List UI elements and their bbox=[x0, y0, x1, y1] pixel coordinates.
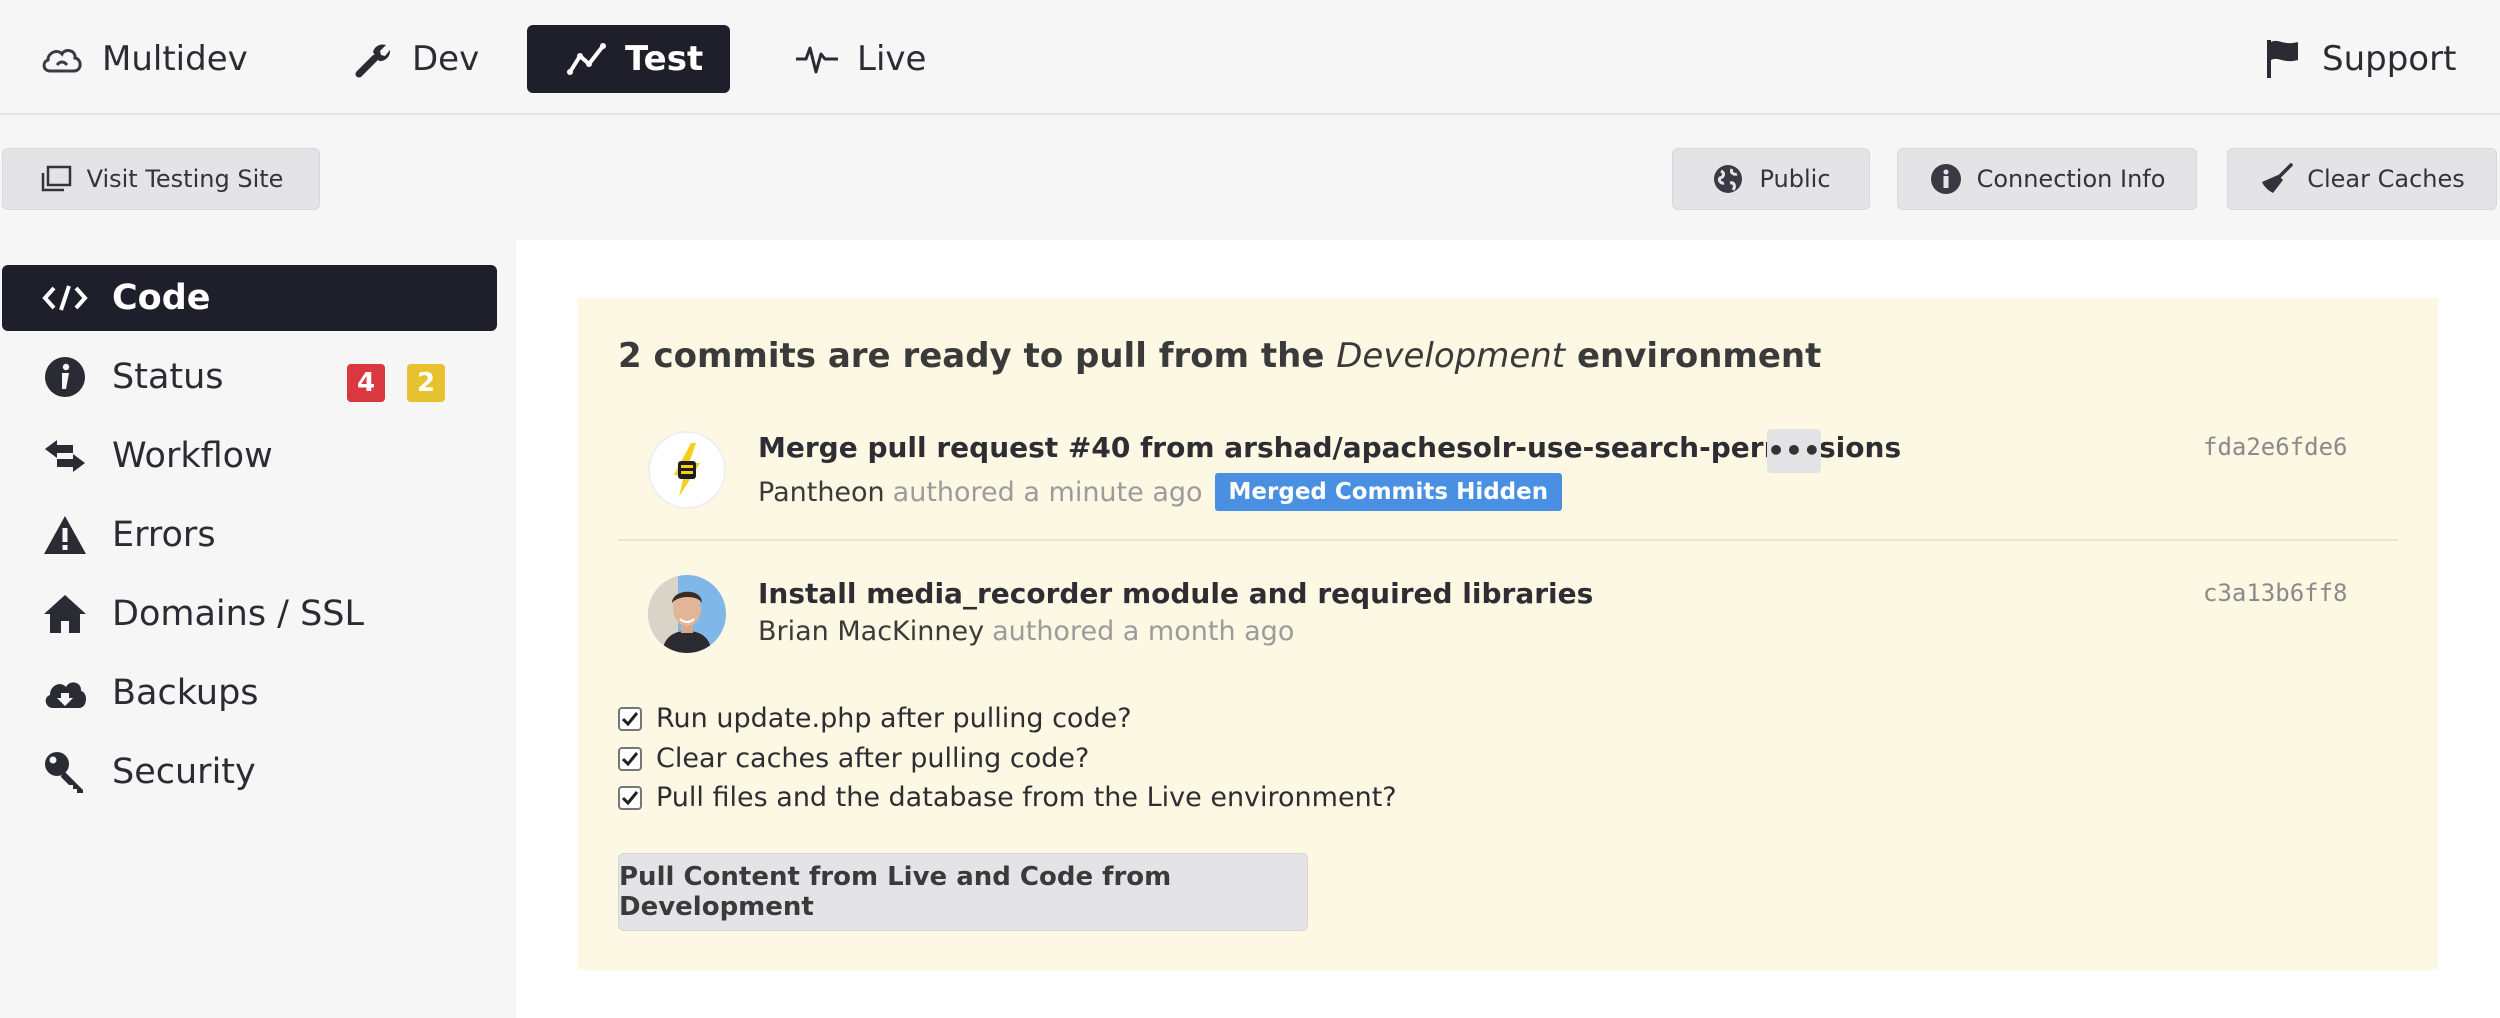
cloud-icon bbox=[40, 37, 84, 81]
checkbox-checked[interactable] bbox=[618, 746, 642, 771]
commits-heading: 2 commits are ready to pull from the Dev… bbox=[618, 336, 1821, 376]
sidebar-item-workflow[interactable]: Workflow bbox=[2, 423, 497, 489]
sidebar-item-code-label: Code bbox=[112, 278, 211, 318]
tab-live[interactable]: Live bbox=[775, 25, 946, 93]
environment-tabs: Multidev Dev Test Live Support bbox=[0, 0, 2500, 115]
tab-dev-label: Dev bbox=[412, 39, 480, 79]
sidebar-item-workflow-label: Workflow bbox=[112, 436, 273, 476]
clear-caches-checkbox[interactable]: Clear caches after pulling code? bbox=[618, 743, 1089, 774]
heading-suffix: environment bbox=[1576, 336, 1822, 376]
sidebar-item-backups-label: Backups bbox=[112, 673, 259, 713]
support-label: Support bbox=[2322, 39, 2457, 79]
sidebar-item-status[interactable]: Status 4 2 bbox=[2, 344, 497, 410]
sidebar-item-domains-ssl[interactable]: Domains / SSL bbox=[2, 581, 497, 647]
code-icon bbox=[42, 275, 88, 321]
connection-info-label: Connection Info bbox=[1976, 165, 2166, 193]
commit-title: Install media_recorder module and requir… bbox=[758, 577, 1594, 610]
commit-title: Merge pull request #40 from arshad/apach… bbox=[758, 431, 1902, 464]
checkbox-checked[interactable] bbox=[618, 706, 642, 731]
visit-testing-site-button[interactable]: Visit Testing Site bbox=[2, 148, 320, 210]
info-icon bbox=[42, 354, 88, 400]
commit-author: Brian MacKinney bbox=[758, 616, 985, 647]
window-icon bbox=[39, 162, 73, 196]
avatar bbox=[648, 575, 726, 653]
arrows-icon bbox=[42, 433, 88, 479]
sidebar-item-errors-label: Errors bbox=[112, 515, 216, 555]
checkbox-checked[interactable] bbox=[618, 785, 642, 810]
tab-test-label: Test bbox=[625, 39, 704, 79]
commit-hash[interactable]: c3a13b6ff8 bbox=[2203, 579, 2348, 607]
sidebar-nav: Code Status 4 2 Workflow Errors Domains … bbox=[0, 240, 516, 1018]
sidebar-item-code[interactable]: Code bbox=[2, 265, 497, 331]
support-link[interactable]: Support bbox=[2240, 25, 2476, 93]
clear-caches-label: Clear Caches bbox=[2307, 165, 2465, 193]
visit-testing-site-label: Visit Testing Site bbox=[86, 165, 284, 193]
commit-divider bbox=[618, 539, 2398, 541]
commit-meta: Brian MacKinney authored a month ago bbox=[758, 616, 1294, 647]
sidebar-item-errors[interactable]: Errors bbox=[2, 502, 497, 568]
main-panel: 2 commits are ready to pull from the Dev… bbox=[516, 240, 2500, 1018]
run-update-checkbox[interactable]: Run update.php after pulling code? bbox=[618, 703, 1132, 734]
home-icon bbox=[42, 591, 88, 637]
show-more-button[interactable]: ••• bbox=[1767, 429, 1821, 473]
status-errors-badge: 4 bbox=[347, 364, 385, 402]
globe-icon bbox=[1711, 162, 1745, 196]
sidebar-item-security[interactable]: Security bbox=[2, 739, 497, 805]
commit-meta: Pantheon authored a minute ago Merged Co… bbox=[758, 473, 1563, 511]
commit-time: authored a month ago bbox=[992, 616, 1295, 647]
pull-files-label: Pull files and the database from the Liv… bbox=[656, 782, 1397, 813]
tab-test[interactable]: Test bbox=[527, 25, 730, 93]
info-icon bbox=[1929, 162, 1963, 196]
clear-caches-option-label: Clear caches after pulling code? bbox=[656, 743, 1090, 774]
cloud-download-icon bbox=[42, 670, 88, 716]
warning-icon bbox=[42, 512, 88, 558]
commit-time: authored a minute ago bbox=[892, 476, 1203, 508]
key-icon bbox=[42, 749, 88, 795]
sidebar-item-status-label: Status bbox=[112, 357, 224, 397]
avatar bbox=[648, 431, 726, 509]
tab-live-label: Live bbox=[857, 39, 927, 79]
broom-icon bbox=[2259, 162, 2293, 196]
sidebar-item-security-label: Security bbox=[112, 752, 256, 792]
commit-hash[interactable]: fda2e6fde6 bbox=[2203, 433, 2348, 461]
clear-caches-button[interactable]: Clear Caches bbox=[2227, 148, 2497, 210]
tab-multidev[interactable]: Multidev bbox=[20, 25, 268, 93]
wrench-icon bbox=[350, 37, 394, 81]
public-button[interactable]: Public bbox=[1672, 148, 1870, 210]
sidebar-item-backups[interactable]: Backups bbox=[2, 660, 497, 726]
heading-prefix: 2 commits are ready to pull from the bbox=[618, 336, 1325, 376]
run-update-label: Run update.php after pulling code? bbox=[656, 703, 1132, 734]
connection-info-button[interactable]: Connection Info bbox=[1897, 148, 2197, 210]
merged-commits-hidden-badge[interactable]: Merged Commits Hidden bbox=[1214, 473, 1563, 511]
heading-env-name: Development bbox=[1336, 336, 1566, 376]
status-warnings-badge: 2 bbox=[407, 364, 445, 402]
pull-content-button[interactable]: Pull Content from Live and Code from Dev… bbox=[618, 853, 1308, 931]
pull-files-database-checkbox[interactable]: Pull files and the database from the Liv… bbox=[618, 782, 1397, 813]
sidebar-item-domains-label: Domains / SSL bbox=[112, 594, 365, 634]
commit-author: Pantheon bbox=[758, 476, 885, 508]
tab-dev[interactable]: Dev bbox=[330, 25, 499, 93]
flag-icon bbox=[2260, 37, 2304, 81]
public-label: Public bbox=[1759, 165, 1831, 193]
tab-multidev-label: Multidev bbox=[102, 39, 248, 79]
commits-notice: 2 commits are ready to pull from the Dev… bbox=[578, 298, 2438, 970]
pulse-icon bbox=[795, 37, 839, 81]
chart-line-icon bbox=[567, 37, 607, 81]
